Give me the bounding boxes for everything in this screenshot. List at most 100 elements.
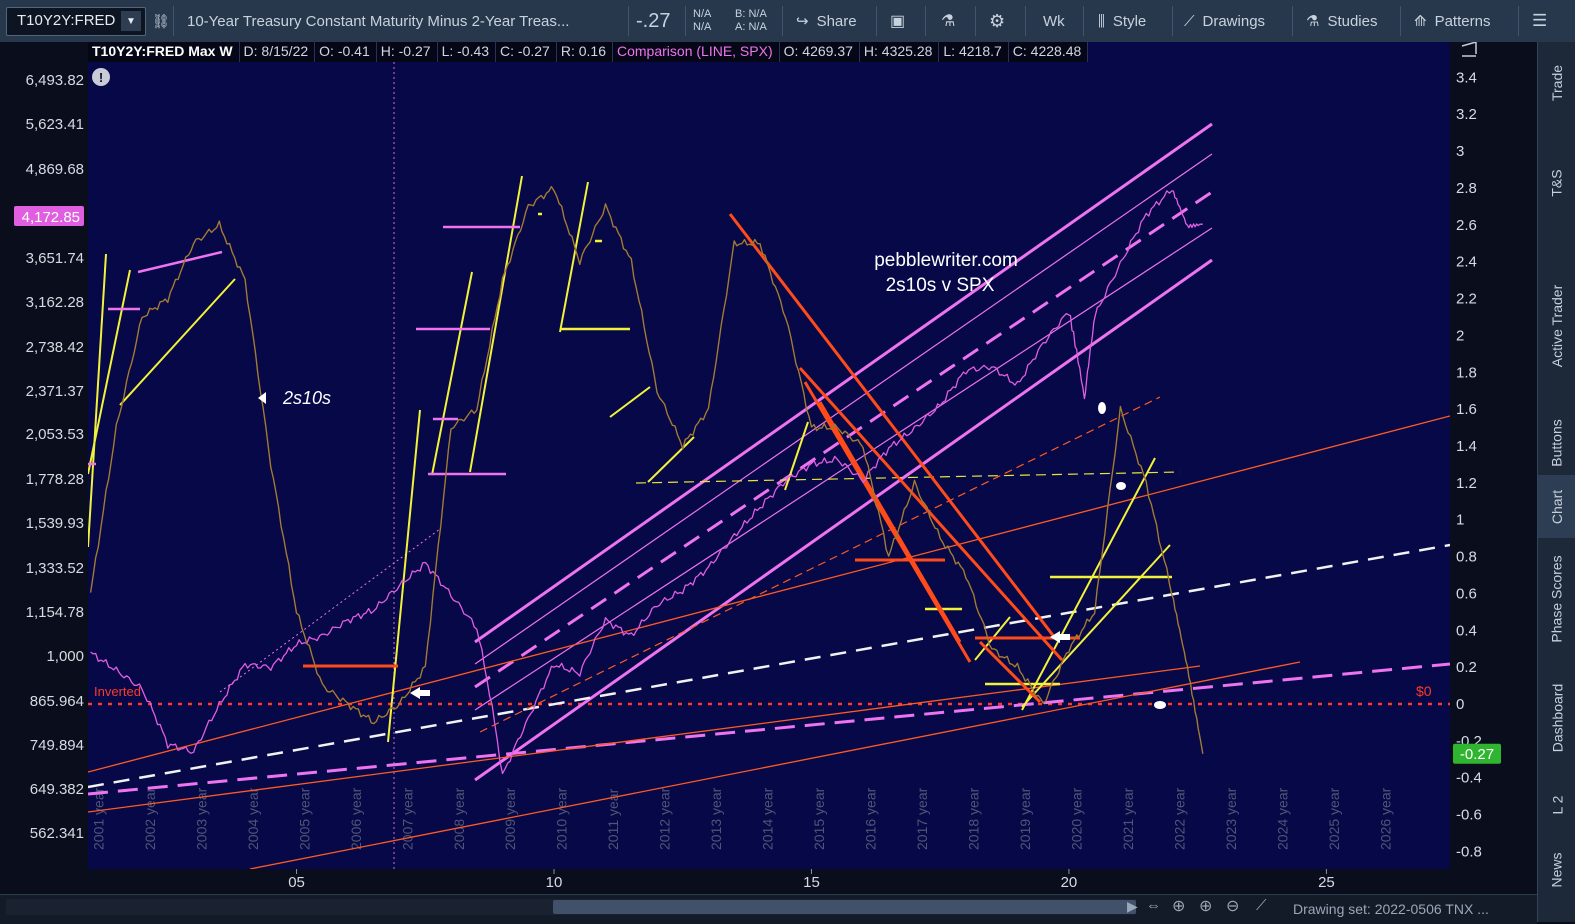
zoom-in-icon[interactable]: ⊕ — [1199, 896, 1212, 916]
year-label: 2022 year — [1172, 787, 1188, 850]
drawings-button[interactable]: ⟋ Drawings — [1184, 0, 1265, 42]
interval-button[interactable]: Wk — [1043, 0, 1065, 42]
left-axis-label: 4,869.68 — [26, 161, 84, 178]
zero-label: $0 — [1416, 683, 1432, 699]
legend-high: H: -0.27 — [376, 42, 438, 62]
year-label: 2021 year — [1120, 787, 1136, 850]
tab-dashboard[interactable]: Dashboard — [1538, 659, 1575, 777]
right-axis-label: 0 — [1456, 696, 1464, 713]
left-axis-label: 649.382 — [30, 781, 84, 798]
right-axis-label: 2.6 — [1456, 217, 1477, 234]
x-axis-label: 10 — [546, 874, 563, 891]
left-axis-label: 562.341 — [30, 825, 84, 842]
left-axis-label: 3,651.74 — [26, 250, 84, 267]
price-scale-icon — [1461, 42, 1477, 57]
tab-l-2[interactable]: L 2 — [1538, 777, 1575, 832]
right-axis-label: 0.8 — [1456, 549, 1477, 566]
chart-svg[interactable]: 2001 year 2002 year 2003 year 2004 year 2005… — [0, 42, 1537, 894]
arrow-left-icon — [1050, 631, 1070, 643]
tab-buttons[interactable]: Buttons — [1538, 410, 1575, 475]
drawing-set-label[interactable]: Drawing set: 2022-0506 TNX ... — [1293, 901, 1489, 917]
year-label: 2005 year — [296, 787, 312, 850]
gear-icon[interactable]: ⚙ — [989, 0, 1005, 42]
drawing-set-icon[interactable]: ⟋ — [1256, 897, 1267, 914]
link-icon[interactable]: ⛓ — [152, 0, 170, 42]
chart-toolbar: T10Y2Y:FRED ▼ ⛓ 10-Year Treasury Constan… — [0, 0, 1575, 43]
tab-phase-scores[interactable]: Phase Scores — [1538, 538, 1575, 659]
left-axis-label: 1,539.93 — [26, 515, 84, 532]
channel-lower — [474, 258, 1213, 782]
tab-trade[interactable]: Trade — [1538, 42, 1575, 124]
tab-chart[interactable]: Chart — [1538, 475, 1575, 538]
symbol-text: T10Y2Y:FRED — [17, 12, 116, 29]
legend-close: C: -0.27 — [496, 42, 557, 62]
ask-label: A: N/A — [735, 21, 767, 33]
year-label: 2008 year — [451, 787, 467, 850]
share-button[interactable]: ↪ Share — [796, 0, 857, 42]
tab-active-trader[interactable]: Active Trader — [1538, 242, 1575, 410]
left-axis-label: 1,778.28 — [26, 471, 84, 488]
long-trend-white — [88, 543, 1450, 789]
tab-label: Phase Scores — [1549, 554, 1566, 643]
right-axis-label: 2 — [1456, 327, 1464, 344]
legend-cmp-close: C: 4228.48 — [1008, 42, 1089, 62]
spx-line — [90, 190, 1203, 775]
patterns-icon: ⟰ — [1414, 13, 1427, 30]
year-label: 2019 year — [1017, 787, 1033, 850]
style-label: Style — [1112, 12, 1147, 30]
trendline — [88, 415, 1450, 773]
right-axis-label: 2.4 — [1456, 254, 1477, 271]
left-axis-label: 749.894 — [30, 737, 84, 754]
trendline — [647, 436, 695, 483]
tab-label: L 2 — [1548, 795, 1565, 814]
news-icon[interactable]: ▣ — [890, 0, 905, 42]
trendline — [431, 271, 473, 476]
flask-icon[interactable]: ⚗ — [941, 0, 955, 42]
right-axis-label: 1.4 — [1456, 438, 1477, 455]
marker-ellipse — [1154, 701, 1166, 709]
tab-label: News — [1548, 851, 1565, 888]
tab-t-s[interactable]: T&S — [1538, 124, 1575, 242]
trendline — [88, 269, 131, 475]
zoom-out-icon[interactable]: ⊖ — [1226, 896, 1239, 916]
quote-na: N/A N/A — [693, 0, 711, 42]
style-button[interactable]: ⫼ Style — [1098, 0, 1146, 42]
tab-news[interactable]: News — [1538, 832, 1575, 907]
x-axis-label: 25 — [1318, 874, 1335, 891]
tab-label: T&S — [1548, 169, 1565, 197]
expand-icon[interactable]: ⇔ — [1146, 897, 1161, 914]
trendline — [119, 278, 236, 406]
chevron-down-icon[interactable]: ▼ — [121, 11, 141, 31]
scrollbar-thumb[interactable] — [553, 900, 1136, 914]
scroll-right-icon[interactable]: ▶ — [1127, 898, 1138, 915]
marker-ellipse — [1098, 402, 1106, 414]
left-axis-label: 6,493.82 — [26, 72, 84, 89]
left-axis-label: 2,738.42 — [26, 339, 84, 356]
left-axis-highlight: 4,172.85 — [22, 209, 80, 226]
right-axis-label: 2.8 — [1456, 180, 1477, 197]
legend-date: D: 8/15/22 — [239, 42, 316, 62]
tab-label: Trade — [1549, 64, 1565, 102]
crosshair-icon[interactable]: ⊕ — [1172, 896, 1185, 916]
share-icon: ↪ — [796, 13, 809, 30]
symbol-description: 10-Year Treasury Constant Maturity Minus… — [187, 12, 570, 30]
studies-button[interactable]: ⚗ Studies — [1306, 0, 1378, 42]
symbol-input[interactable]: T10Y2Y:FRED ▼ — [6, 7, 146, 36]
spread-line-up — [90, 186, 1204, 754]
inverted-label: Inverted — [94, 684, 141, 699]
year-label: 2013 year — [708, 787, 724, 850]
right-axis-label: -0.6 — [1456, 807, 1482, 824]
bid-ask: B: N/A A: N/A — [735, 0, 767, 42]
left-axis-label: 5,623.41 — [26, 116, 84, 133]
right-axis-label: 0.6 — [1456, 585, 1477, 602]
site-annotation: pebblewriter.com — [874, 250, 1018, 271]
red-trendline — [803, 381, 972, 663]
patterns-button[interactable]: ⟰ Patterns — [1414, 0, 1490, 42]
last-price: -.27 — [636, 9, 671, 32]
year-label: 2024 year — [1275, 787, 1291, 850]
year-label: 2001 year — [90, 787, 106, 850]
tab-label: Active Trader — [1549, 284, 1566, 368]
menu-icon[interactable]: ☰ — [1532, 0, 1547, 42]
candlestick-icon: ⫼ — [1098, 12, 1105, 30]
tab-label: Chart — [1548, 489, 1565, 524]
